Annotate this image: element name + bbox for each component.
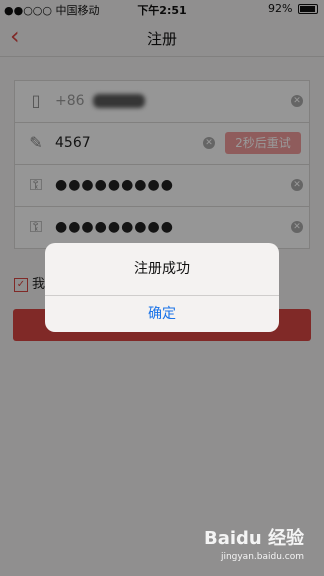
- dialog-message: 注册成功: [45, 243, 279, 296]
- watermark-url: jingyan.baidu.com: [220, 552, 304, 562]
- dialog-confirm-button[interactable]: 确定: [45, 296, 279, 332]
- success-dialog: 注册成功 确定: [45, 243, 279, 332]
- watermark-logo: Baidu 经验: [203, 528, 304, 549]
- baidu-watermark: Baidu 经验 jingyan.baidu.com: [204, 524, 304, 562]
